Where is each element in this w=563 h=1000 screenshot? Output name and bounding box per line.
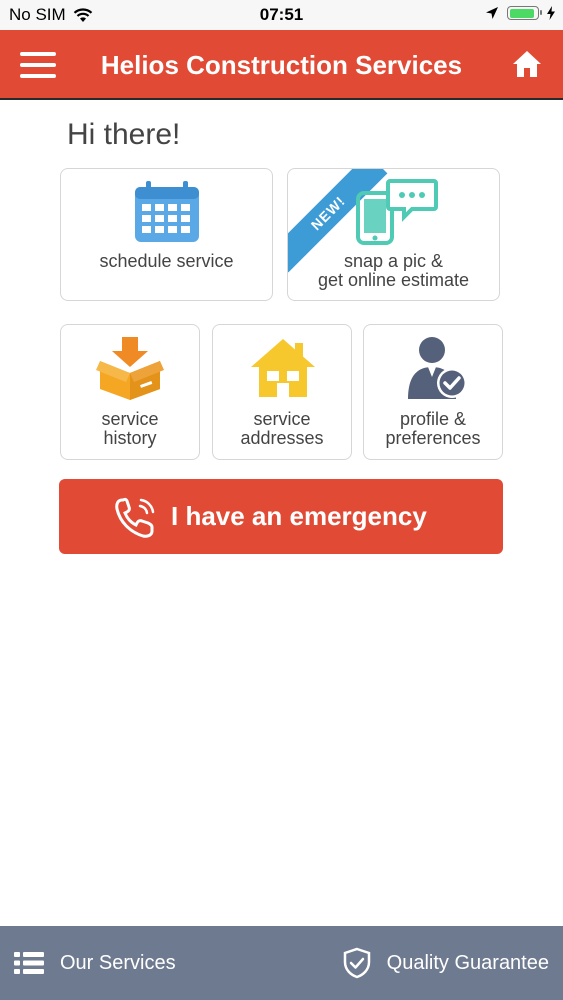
service-addresses-label-line1: service [253,409,311,429]
quality-guarantee-button[interactable]: Quality Guarantee [343,926,549,1000]
calendar-icon [135,181,199,242]
battery-icon [507,6,542,20]
phone-chat-icon [356,179,438,245]
shield-check-icon [343,947,370,979]
profile-preferences-tile[interactable]: profile & preferences [363,324,503,460]
greeting-heading: Hi there! [67,118,181,151]
list-icon [14,952,44,974]
bottom-bar: Our Services Quality Guarantee [0,926,563,1000]
profile-label-line2: preferences [385,428,481,448]
user-check-icon [408,337,467,399]
app-title: Helios Construction Services [100,50,463,80]
app-header: Helios Construction Services [0,30,563,100]
location-arrow-icon [486,7,498,19]
profile-label-line1: profile & [399,409,467,429]
emergency-button[interactable]: I have an emergency [59,479,503,554]
service-addresses-tile[interactable]: service addresses [212,324,352,460]
status-right [485,6,555,20]
status-time: 07:51 [259,5,304,24]
schedule-service-tile[interactable]: schedule service [60,168,273,301]
schedule-service-label: schedule service [99,251,234,271]
quality-guarantee-label: Quality Guarantee [386,951,549,974]
emergency-label: I have an emergency [171,501,427,531]
estimate-label-line1: snap a pic & [343,251,444,271]
box-icon [96,337,164,400]
phone-ringing-icon [115,497,155,538]
service-addresses-label-line2: addresses [240,428,324,448]
house-icon [251,339,315,397]
service-history-label-line1: service [101,409,159,429]
service-history-tile[interactable]: service history [60,324,200,460]
our-services-label: Our Services [60,951,176,974]
online-estimate-tile[interactable]: NEW! snap a pic & get online estimate [287,168,500,301]
home-icon[interactable] [511,48,543,80]
estimate-label-line2: get online estimate [317,270,470,290]
charging-bolt-icon [547,6,555,20]
status-bar: No SIM 07:51 [0,0,563,30]
our-services-button[interactable]: Our Services [14,926,176,1000]
service-history-label-line2: history [103,428,157,448]
